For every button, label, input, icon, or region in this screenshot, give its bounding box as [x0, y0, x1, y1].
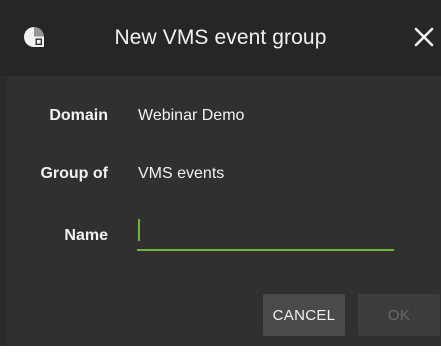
close-icon[interactable]	[409, 22, 439, 52]
domain-value: Webinar Demo	[138, 107, 245, 124]
name-label: Name	[64, 227, 108, 244]
cancel-button[interactable]: CANCEL	[263, 294, 345, 336]
group-of-value: VMS events	[138, 165, 225, 182]
name-field[interactable]	[137, 215, 396, 251]
dialog-title: New VMS event group	[114, 26, 327, 49]
dialog-header: New VMS event group	[0, 0, 441, 76]
new-vms-event-group-dialog: New VMS event group Domain Webinar Demo …	[0, 0, 441, 346]
group-of-label: Group of	[40, 165, 108, 182]
name-input[interactable]	[137, 219, 396, 247]
ok-button[interactable]: OK	[358, 294, 440, 336]
domain-label: Domain	[49, 107, 108, 124]
